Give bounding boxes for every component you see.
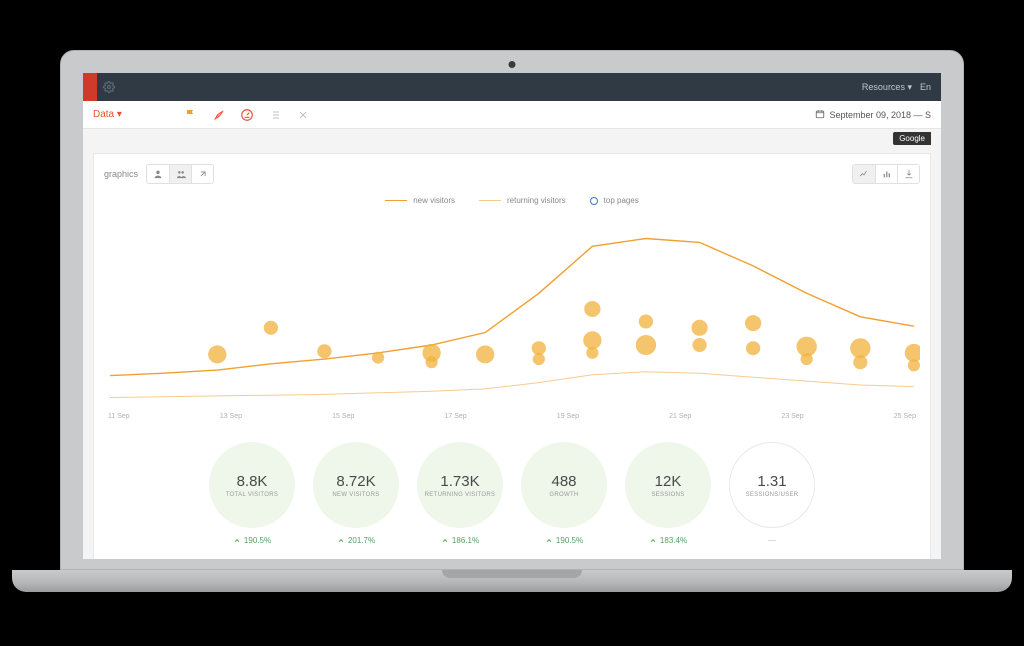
chart-bar-icon[interactable] <box>875 165 897 183</box>
stat-card[interactable]: 1.31 SESSIONS/USER — <box>729 442 815 545</box>
x-tick-label: 15 Sep <box>332 413 354 420</box>
data-dropdown[interactable]: Data ▾ <box>93 109 122 120</box>
laptop-notch <box>442 570 582 578</box>
x-tick-label: 21 Sep <box>669 413 691 420</box>
stat-circle: 1.31 SESSIONS/USER <box>729 442 815 528</box>
stat-card[interactable]: 488 GROWTH 190.5% <box>521 442 607 545</box>
stat-card[interactable]: 1.73K RETURNING VISITORS 186.1% <box>417 442 503 545</box>
chart-line-icon[interactable] <box>853 165 875 183</box>
analytics-panel: Google graphics new visitors <box>93 153 931 559</box>
x-tick-label: 17 Sep <box>444 413 466 420</box>
stat-delta: 183.4% <box>649 536 687 545</box>
stat-value: 8.72K <box>336 473 375 490</box>
stat-label: SESSIONS/USER <box>746 492 799 498</box>
stat-delta: 201.7% <box>337 536 375 545</box>
stat-delta: 186.1% <box>441 536 479 545</box>
tools-icon[interactable] <box>294 106 312 124</box>
flag-icon[interactable] <box>182 106 200 124</box>
toolbar: Data ▾ <box>83 101 941 129</box>
laptop-base <box>12 570 1012 592</box>
rocket-icon[interactable] <box>210 106 228 124</box>
brand-block[interactable] <box>83 73 97 101</box>
stat-value: 8.8K <box>237 473 268 490</box>
legend-label: new visitors <box>413 196 455 205</box>
laptop-screen-bezel: Resources ▾ En Data ▾ <box>60 50 964 570</box>
x-tick-label: 19 Sep <box>557 413 579 420</box>
resources-link[interactable]: Resources ▾ <box>862 82 912 93</box>
panel-title: graphics <box>104 169 138 179</box>
stat-label: SESSIONS <box>651 492 684 498</box>
data-dropdown-label: Data <box>93 109 114 120</box>
x-tick-label: 13 Sep <box>220 413 242 420</box>
stat-circle: 8.72K NEW VISITORS <box>313 442 399 528</box>
x-tick-label: 11 Sep <box>108 413 130 420</box>
segment-expand-icon[interactable] <box>191 165 213 183</box>
stat-value: 1.73K <box>440 473 479 490</box>
stat-value: 488 <box>551 473 576 490</box>
chart-legend: new visitors returning visitors top page… <box>104 196 920 205</box>
segment-buttons <box>146 164 214 184</box>
gear-icon[interactable] <box>103 81 115 93</box>
legend-label: returning visitors <box>507 196 566 205</box>
stat-label: TOTAL VISITORS <box>226 492 278 498</box>
stat-card[interactable]: 8.72K NEW VISITORS 201.7% <box>313 442 399 545</box>
legend-new-visitors[interactable]: new visitors <box>385 196 455 205</box>
camera-dot <box>509 61 516 68</box>
stat-delta: 190.5% <box>545 536 583 545</box>
date-range-label: September 09, 2018 — S <box>829 110 931 120</box>
legend-returning-visitors[interactable]: returning visitors <box>479 196 566 205</box>
x-tick-label: 25 Sep <box>894 413 916 420</box>
stats-row: 8.8K TOTAL VISITORS 190.5% 8.72K NEW VISITOR… <box>104 442 920 545</box>
topbar: Resources ▾ En <box>83 73 941 101</box>
stat-circle: 488 GROWTH <box>521 442 607 528</box>
stat-value: 12K <box>655 473 682 490</box>
app-root: Resources ▾ En Data ▾ <box>83 73 941 559</box>
laptop-frame: Resources ▾ En Data ▾ <box>60 50 964 590</box>
segment-people-icon[interactable] <box>169 165 191 183</box>
stat-circle: 8.8K TOTAL VISITORS <box>209 442 295 528</box>
download-icon[interactable] <box>897 165 919 183</box>
stat-label: NEW VISITORS <box>332 492 379 498</box>
stat-card[interactable]: 12K SESSIONS 183.4% <box>625 442 711 545</box>
list-icon[interactable] <box>266 106 284 124</box>
stat-delta: — <box>768 536 776 545</box>
panel-toolbar: graphics <box>104 164 920 184</box>
date-range-picker[interactable]: September 09, 2018 — S <box>815 109 931 121</box>
segment-person-icon[interactable] <box>147 165 169 183</box>
legend-label: top pages <box>604 196 639 205</box>
x-axis-labels: 11 Sep 13 Sep 15 Sep 17 Sep 19 Sep 21 Sep 23 S… <box>104 409 920 420</box>
chart-type-buttons <box>852 164 920 184</box>
resources-label: Resources <box>862 82 905 92</box>
stat-delta: 190.5% <box>233 536 271 545</box>
stat-value: 1.31 <box>757 473 786 490</box>
dashboard-icon[interactable] <box>238 106 256 124</box>
stat-label: GROWTH <box>549 492 578 498</box>
lang-link[interactable]: En <box>920 82 931 92</box>
stat-circle: 1.73K RETURNING VISITORS <box>417 442 503 528</box>
calendar-icon <box>815 109 825 121</box>
stat-label: RETURNING VISITORS <box>425 492 496 498</box>
stat-card[interactable]: 8.8K TOTAL VISITORS 190.5% <box>209 442 295 545</box>
legend-top-pages[interactable]: top pages <box>590 196 639 205</box>
provider-badge: Google <box>893 132 931 145</box>
x-tick-label: 23 Sep <box>781 413 803 420</box>
stat-circle: 12K SESSIONS <box>625 442 711 528</box>
visitors-chart <box>104 209 920 409</box>
